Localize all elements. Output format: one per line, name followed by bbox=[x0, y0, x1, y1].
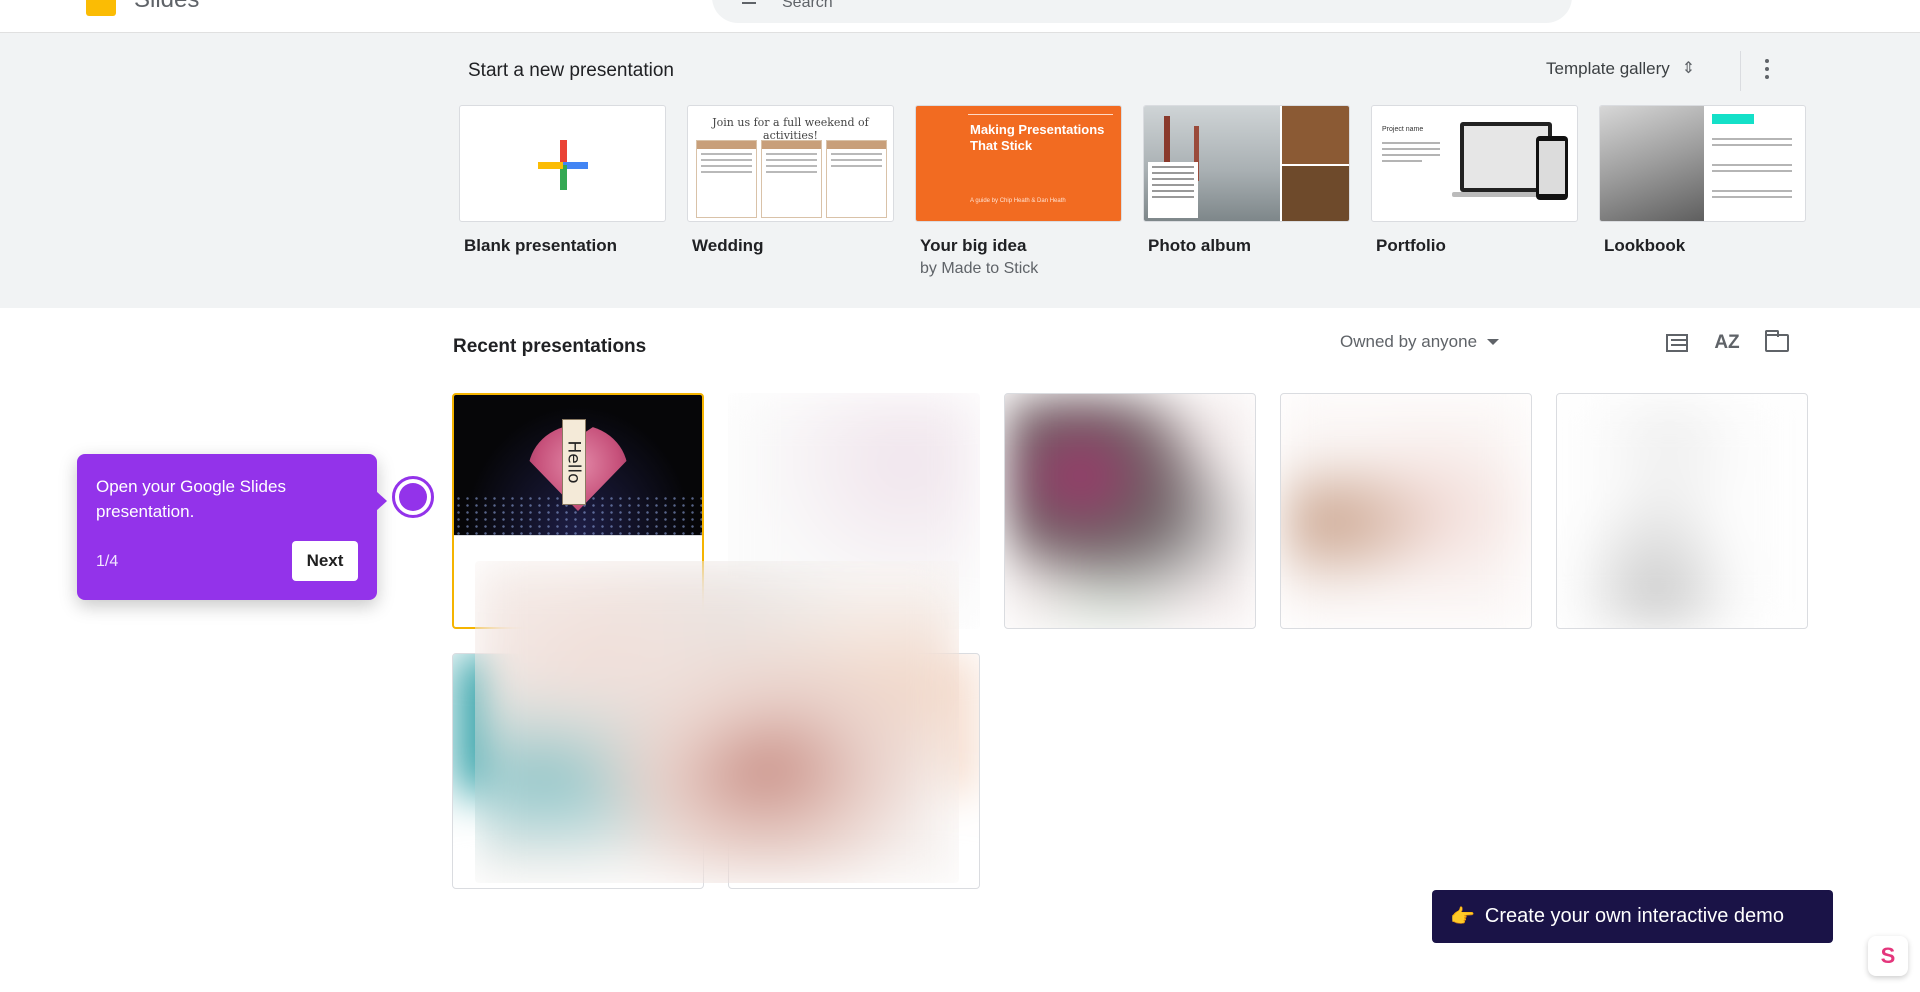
plus-icon bbox=[538, 140, 588, 190]
create-demo-cta-label: Create your own interactive demo bbox=[1484, 905, 1784, 927]
tour-tooltip-text: Open your Google Slides presentation. bbox=[96, 477, 286, 521]
template-lookbook[interactable]: Lookbook bbox=[1599, 105, 1806, 278]
dropdown-caret-icon bbox=[1487, 339, 1500, 345]
wedding-thumb-title: Join us for a full weekend of activities… bbox=[712, 116, 869, 142]
blurred-thumbnail bbox=[475, 561, 959, 883]
template-your-big-idea[interactable]: Making Presentations That Stick A guide … bbox=[915, 105, 1122, 278]
photo-caption-block bbox=[1148, 162, 1198, 218]
template-name: Photo album bbox=[1148, 236, 1251, 255]
template-thumbnail[interactable]: Making Presentations That Stick A guide … bbox=[915, 105, 1122, 222]
blurred-thumbnail bbox=[1005, 394, 1255, 628]
skater-photo bbox=[1600, 106, 1704, 221]
hello-text: Hello bbox=[564, 440, 584, 484]
template-name: Your big idea bbox=[920, 236, 1027, 255]
page: Slides Search Start a new presentation T… bbox=[0, 0, 1920, 992]
template-name: Portfolio bbox=[1376, 236, 1446, 255]
template-thumbnail[interactable]: Project name bbox=[1371, 105, 1578, 222]
owner-filter-dropdown[interactable]: Owned by anyone bbox=[1340, 332, 1500, 352]
template-thumbnail[interactable] bbox=[1599, 105, 1806, 222]
template-thumbnail[interactable]: Join us for a full weekend of activities… bbox=[687, 105, 894, 222]
presentation-card-redacted[interactable] bbox=[1556, 393, 1808, 629]
template-author: by Made to Stick bbox=[920, 260, 1039, 277]
more-options-icon[interactable] bbox=[1752, 52, 1782, 86]
big-idea-thumb-title: Making Presentations That Stick bbox=[970, 122, 1105, 154]
wedding-column bbox=[761, 140, 822, 218]
template-name: Wedding bbox=[692, 236, 764, 255]
lookbook-tag bbox=[1712, 114, 1754, 124]
table-photo bbox=[1282, 166, 1349, 221]
sort-icon[interactable]: AZ bbox=[1710, 326, 1744, 360]
search-bar[interactable]: Search bbox=[712, 0, 1572, 23]
app-name: Slides bbox=[134, 0, 199, 14]
template-thumbnail[interactable] bbox=[1143, 105, 1350, 222]
presentation-card-redacted[interactable] bbox=[1280, 393, 1532, 629]
presentation-thumbnail: Hello bbox=[454, 395, 702, 536]
blurred-thumbnail bbox=[1557, 394, 1807, 628]
template-gallery-button[interactable]: Template gallery ⇕ bbox=[1530, 49, 1711, 89]
template-blank[interactable]: Blank presentation bbox=[459, 105, 666, 278]
divider bbox=[1740, 51, 1741, 91]
hello-sign: Hello bbox=[562, 419, 586, 505]
hamburger-menu-icon[interactable] bbox=[32, 0, 56, 4]
template-section-title: Start a new presentation bbox=[468, 60, 674, 81]
template-name: Blank presentation bbox=[464, 236, 618, 255]
template-gallery-label: Template gallery bbox=[1546, 59, 1670, 78]
template-thumbnail[interactable] bbox=[459, 105, 666, 222]
portfolio-thumb-title: Project name bbox=[1382, 126, 1424, 133]
tour-step-counter: 1/4 bbox=[96, 553, 119, 570]
recent-section-title: Recent presentations bbox=[453, 336, 647, 357]
presentation-card-redacted[interactable] bbox=[1004, 393, 1256, 629]
search-icon[interactable] bbox=[742, 0, 756, 4]
wedding-column bbox=[826, 140, 887, 218]
big-idea-thumb-subtitle: A guide by Chip Heath & Dan Heath bbox=[970, 198, 1066, 204]
owner-filter-label: Owned by anyone bbox=[1340, 332, 1478, 351]
template-name: Lookbook bbox=[1604, 236, 1686, 255]
template-portfolio[interactable]: Project name Portfolio bbox=[1371, 105, 1578, 278]
create-demo-cta-button[interactable]: 👉 Create your own interactive demo bbox=[1432, 890, 1833, 943]
search-placeholder: Search bbox=[782, 0, 833, 11]
template-band: Start a new presentation Template galler… bbox=[0, 33, 1920, 308]
brand-logo-icon[interactable]: S bbox=[1868, 936, 1908, 976]
slides-logo-icon[interactable] bbox=[86, 0, 116, 16]
top-bar: Slides Search bbox=[0, 0, 1920, 33]
list-view-icon[interactable] bbox=[1660, 326, 1694, 360]
wedding-column bbox=[696, 140, 757, 218]
blurred-thumbnail bbox=[1281, 394, 1531, 628]
leaves-photo bbox=[1282, 106, 1349, 164]
pointing-hand-icon: 👉 bbox=[1450, 906, 1475, 928]
folder-picker-icon[interactable] bbox=[1760, 326, 1794, 360]
template-photo-album[interactable]: Photo album bbox=[1143, 105, 1350, 278]
template-list: Blank presentation Join us for a full we… bbox=[459, 105, 1806, 278]
tour-next-button[interactable]: Next bbox=[292, 541, 358, 581]
unfold-icon: ⇕ bbox=[1681, 60, 1696, 77]
template-wedding[interactable]: Join us for a full weekend of activities… bbox=[687, 105, 894, 278]
tour-hotspot-beacon[interactable] bbox=[392, 476, 434, 518]
phone-illustration bbox=[1536, 136, 1568, 200]
thumb-rule bbox=[968, 114, 1113, 115]
blurred-overlay bbox=[475, 561, 959, 883]
